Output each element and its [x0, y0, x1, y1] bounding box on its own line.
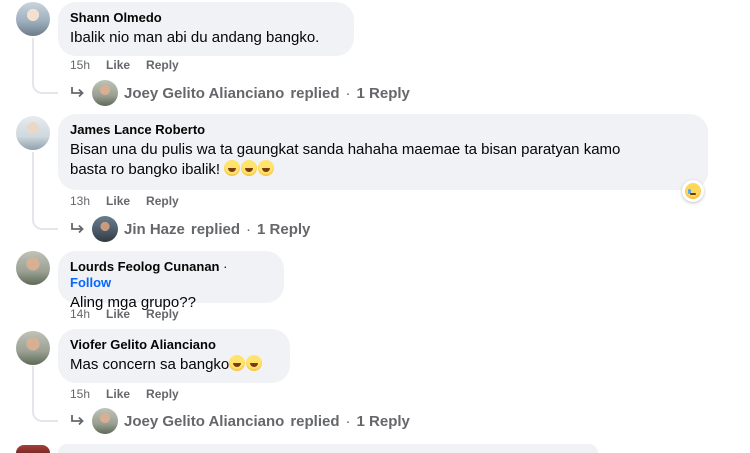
reply-button[interactable]: Reply	[146, 58, 179, 72]
separator-dot: ·	[223, 259, 228, 274]
comment-bubble: Viofer Gelito Alianciano Mas concern sa …	[58, 329, 290, 383]
comment-bubble-partial	[58, 444, 598, 453]
follow-button[interactable]: Follow	[70, 275, 111, 290]
comment-text-wrap: Mas concern sa bangko	[70, 355, 278, 375]
reply-count: 1 Reply	[356, 412, 410, 430]
avatar[interactable]	[16, 116, 50, 150]
laughing-emoji-icon	[246, 355, 263, 371]
comment-text-line-2: basta ro bangko ibalik!	[70, 161, 221, 178]
timestamp[interactable]: 15h	[70, 387, 90, 401]
laughing-emoji-icon	[258, 160, 275, 176]
laughing-emoji-icon	[224, 160, 241, 176]
replier-avatar	[92, 80, 118, 106]
comment-actions: 13h Like Reply	[70, 194, 179, 208]
replied-verb: replied	[290, 412, 340, 430]
view-replies-link[interactable]: Jin Haze replied · 1 Reply	[70, 216, 310, 242]
avatar[interactable]	[16, 2, 50, 36]
comment-actions: 15h Like Reply	[70, 58, 179, 72]
replied-verb: replied	[190, 220, 241, 238]
sad-cry-emoji-icon[interactable]	[682, 180, 704, 202]
comment-text-line-1: Bisan una du pulis wa ta gaungkat sanda …	[70, 141, 621, 158]
reply-count: 1 Reply	[257, 220, 311, 238]
reply-button[interactable]: Reply	[146, 194, 179, 208]
comment-actions: 15h Like Reply	[70, 387, 179, 401]
avatar-partial[interactable]	[16, 445, 50, 453]
like-button[interactable]: Like	[106, 387, 130, 401]
comment-text: Ibalik nio man abi du andang bangko.	[70, 29, 320, 46]
thread-line	[32, 366, 58, 422]
replier-avatar	[92, 408, 118, 434]
commenter-name[interactable]: Viofer Gelito Alianciano	[70, 337, 278, 353]
comment-bubble: James Lance Roberto Bisan una du pulis w…	[58, 114, 708, 190]
separator-dot: ·	[345, 412, 351, 430]
comment-bubble: Shann Olmedo Ibalik nio man abi du andan…	[58, 2, 354, 56]
timestamp[interactable]: 15h	[70, 58, 90, 72]
reply-arrow-icon	[71, 415, 84, 426]
reply-button[interactable]: Reply	[146, 387, 179, 401]
reply-arrow-icon	[71, 87, 84, 98]
commenter-name[interactable]: Shann Olmedo	[70, 10, 342, 26]
timestamp[interactable]: 13h	[70, 194, 90, 208]
separator-dot: ·	[345, 84, 351, 102]
like-button[interactable]: Like	[106, 194, 130, 208]
commenter-header: Lourds Feolog Cunanan · Follow	[70, 259, 272, 291]
sad-cry-face-icon	[685, 183, 701, 199]
commenter-name[interactable]: Lourds Feolog Cunanan	[70, 259, 220, 274]
avatar[interactable]	[16, 251, 50, 285]
replier-name: Joey Gelito Alianciano	[124, 412, 285, 430]
laughing-emoji-icon	[229, 355, 246, 371]
avatar[interactable]	[16, 331, 50, 365]
replier-name: Jin Haze	[124, 220, 185, 238]
comment-text-line-2-wrap: basta ro bangko ibalik!	[70, 160, 696, 180]
like-button[interactable]: Like	[106, 58, 130, 72]
replier-avatar	[92, 216, 118, 242]
comment-text: Mas concern sa bangko	[70, 356, 230, 373]
comment-bubble: Lourds Feolog Cunanan · Follow Aling mga…	[58, 251, 284, 311]
laughing-emoji-icon	[241, 160, 258, 176]
separator-dot: ·	[246, 220, 252, 238]
timestamp[interactable]: 14h	[70, 307, 90, 321]
comment-actions: 14h Like Reply	[70, 307, 179, 321]
reply-button[interactable]: Reply	[146, 307, 179, 321]
view-replies-link[interactable]: Joey Gelito Alianciano replied · 1 Reply	[70, 80, 410, 106]
commenter-name[interactable]: James Lance Roberto	[70, 122, 696, 138]
replied-verb: replied	[290, 84, 340, 102]
view-replies-link[interactable]: Joey Gelito Alianciano replied · 1 Reply	[70, 408, 410, 434]
reply-count: 1 Reply	[356, 84, 410, 102]
reply-arrow-icon	[71, 223, 84, 234]
thread-line	[32, 152, 58, 230]
like-button[interactable]: Like	[106, 307, 130, 321]
replier-name: Joey Gelito Alianciano	[124, 84, 285, 102]
thread-line	[32, 38, 58, 94]
